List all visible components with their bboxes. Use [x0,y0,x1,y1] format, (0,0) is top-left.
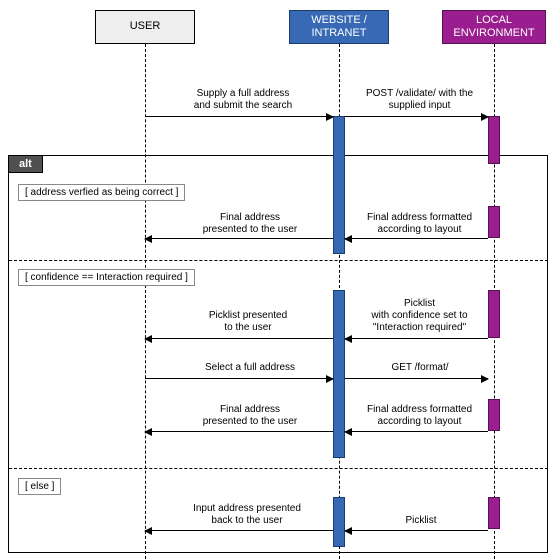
msg-input-presented-back: Input address presented back to the user [172,503,322,527]
activation-local-5 [488,497,500,529]
msg-final-presented-1: Final address presented to the user [180,212,320,236]
alt-tag: alt [8,155,43,173]
guard-1: [ address verfied as being correct ] [18,184,185,201]
arrow-local-to-website-3 [345,338,488,339]
arrow-website-to-local-4 [345,378,488,379]
msg-post-validate: POST /validate/ with the supplied input [352,88,487,112]
participant-local-label: LOCAL ENVIRONMENT [453,14,534,40]
msg-picklist-presented: Picklist presented to the user [178,310,318,334]
activation-local-1 [488,116,500,164]
arrow-website-to-user-5 [145,431,333,432]
msg-picklist-else: Picklist [396,515,446,527]
msg-picklist-confidence: Picklist with confidence set to "Interac… [352,298,487,334]
participant-website: WEBSITE / INTRANET [289,10,389,44]
alt-divider-2 [9,468,548,469]
participant-user: USER [95,10,195,44]
msg-final-formatted-2: Final address formatted according to lay… [352,404,487,428]
alt-divider-1 [9,260,548,261]
arrow-website-to-user-3 [145,338,333,339]
activation-website-3 [333,497,345,547]
msg-get-format: GET /format/ [380,362,460,374]
arrow-local-to-website-5 [345,431,488,432]
guard-2: [ confidence == Interaction required ] [18,269,195,286]
activation-local-4 [488,399,500,431]
msg-final-formatted-1: Final address formatted according to lay… [352,212,487,236]
msg-supply-address: Supply a full address and submit the sea… [168,88,318,112]
guard-3: [ else ] [18,478,61,495]
activation-local-2 [488,206,500,238]
participant-website-label: WEBSITE / INTRANET [311,14,367,40]
arrow-website-to-user-6 [145,530,333,531]
arrow-website-to-user-2 [145,238,333,239]
participant-user-label: USER [130,20,161,33]
msg-final-presented-2: Final address presented to the user [180,404,320,428]
arrow-website-to-local-1 [345,116,488,117]
activation-website-1 [333,116,345,254]
arrow-user-to-website-4 [145,378,333,379]
msg-select-address: Select a full address [180,362,320,374]
arrow-local-to-website-6 [345,530,488,531]
participant-local: LOCAL ENVIRONMENT [442,10,546,44]
arrow-user-to-website-1 [145,116,333,117]
activation-local-3 [488,290,500,338]
arrow-local-to-website-2 [345,238,488,239]
